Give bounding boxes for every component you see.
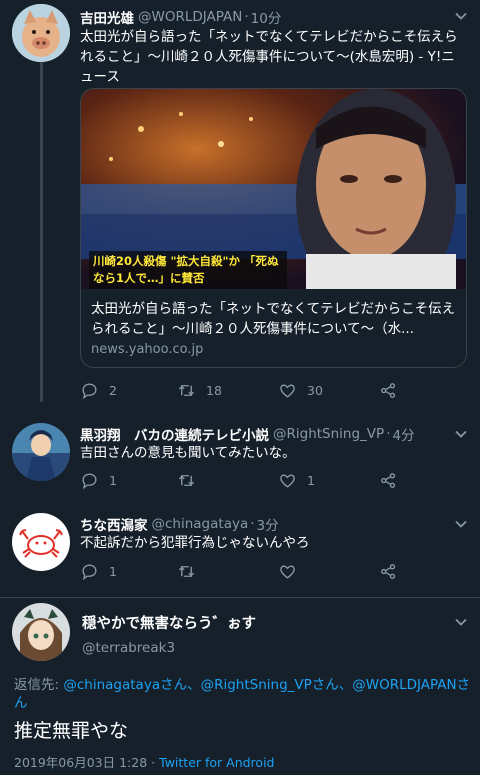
tweet-actions: 1 bbox=[80, 562, 410, 584]
retweet-icon bbox=[178, 565, 195, 578]
card-domain: news.yahoo.co.jp bbox=[91, 342, 204, 357]
card-image-caption: 川崎20人殺傷 "拡大自殺"か 「死ぬなら1人で…」に賛否 bbox=[93, 254, 279, 285]
like-count: 30 bbox=[307, 383, 323, 398]
card-image: 川崎20人殺傷 "拡大自殺"か 「死ぬなら1人で…」に賛否 bbox=[81, 89, 466, 289]
retweet-icon bbox=[178, 474, 195, 487]
replying-label: 返信先: bbox=[14, 677, 60, 693]
tweet-header: 吉田光雄 @WORLDJAPAN · 10分 bbox=[80, 7, 281, 27]
display-name[interactable]: 穏やかで無害ならう゛ぉす bbox=[82, 612, 256, 633]
reply-button[interactable]: 2 bbox=[80, 381, 117, 400]
tweet-worldjapan[interactable]: 吉田光雄 @WORLDJAPAN · 10分 太田光が自ら語った「ネットでなくて… bbox=[0, 0, 480, 405]
heart-icon bbox=[280, 474, 295, 488]
tweet-client-link[interactable]: Twitter for Android bbox=[159, 755, 274, 770]
display-name[interactable]: 吉田光雄 bbox=[80, 7, 134, 27]
like-count: 1 bbox=[307, 473, 315, 488]
share-button[interactable] bbox=[379, 562, 408, 581]
chevron-down-icon[interactable] bbox=[454, 517, 468, 531]
like-button[interactable]: 30 bbox=[278, 381, 323, 400]
chevron-down-icon[interactable] bbox=[454, 9, 468, 23]
retweet-button[interactable]: 18 bbox=[177, 381, 222, 400]
share-button[interactable] bbox=[379, 471, 408, 490]
retweet-button[interactable] bbox=[177, 562, 206, 581]
avatar[interactable] bbox=[12, 4, 70, 62]
avatar[interactable] bbox=[12, 603, 70, 661]
replying-to: 返信先: @chinagatayaさん、@RightSning_VPさん、@WO… bbox=[14, 676, 474, 712]
retweet-icon bbox=[178, 384, 195, 397]
share-icon bbox=[381, 564, 396, 579]
reply-button[interactable]: 1 bbox=[80, 562, 117, 581]
link-card[interactable]: 川崎20人殺傷 "拡大自殺"か 「死ぬなら1人で…」に賛否 太田光が自ら語った「… bbox=[80, 88, 467, 368]
anime-character-avatar-icon bbox=[12, 423, 70, 481]
share-icon bbox=[381, 383, 396, 398]
tweet-metadata: 2019年06月03日 1:28 · Twitter for Android bbox=[14, 752, 274, 771]
main-tweet-text: 推定無罪やな bbox=[14, 720, 129, 742]
separator-dot: · bbox=[244, 9, 249, 25]
replying-mentions[interactable]: @chinagatayaさん、@RightSning_VPさん、@WORLDJA… bbox=[14, 677, 470, 711]
tweet-actions: 2 18 30 bbox=[80, 381, 410, 403]
separator-dot: · bbox=[151, 755, 156, 770]
reply-icon bbox=[82, 564, 97, 581]
avatar[interactable] bbox=[12, 423, 70, 481]
tweet-rightsning[interactable]: 黒羽翔 バカの連続テレビ小説 @RightSning_VP · 4分 吉田さんの… bbox=[0, 405, 480, 505]
reply-button[interactable]: 1 bbox=[80, 471, 117, 490]
avatar[interactable] bbox=[12, 513, 70, 571]
separator-dot: · bbox=[250, 516, 255, 532]
tweet-header: 黒羽翔 バカの連続テレビ小説 @RightSning_VP · 4分 bbox=[80, 424, 415, 444]
user-handle[interactable]: @terrabreak3 bbox=[82, 640, 175, 656]
display-name[interactable]: 黒羽翔 バカの連続テレビ小説 bbox=[80, 424, 269, 444]
share-button[interactable] bbox=[379, 381, 408, 400]
card-title: 太田光が自ら語った「ネットでなくてテレビだからこそ伝えられること」〜川崎２０人死… bbox=[91, 301, 456, 337]
tweet-header: ちな西潟家 @chinagataya · 3分 bbox=[80, 514, 279, 534]
tweet-time[interactable]: 4分 bbox=[392, 424, 414, 444]
tweet-text: 不起訴だから犯罪行為じゃないんやろ bbox=[80, 535, 310, 551]
display-name[interactable]: ちな西潟家 bbox=[80, 514, 148, 534]
reply-icon bbox=[82, 473, 97, 490]
tweet-timestamp: 2019年06月03日 1:28 bbox=[14, 755, 148, 770]
like-button[interactable] bbox=[278, 562, 307, 581]
chevron-down-icon[interactable] bbox=[454, 427, 468, 441]
reply-count: 2 bbox=[109, 383, 117, 398]
retweet-count: 18 bbox=[206, 383, 222, 398]
heart-icon bbox=[280, 565, 295, 579]
user-handle[interactable]: @chinagataya bbox=[152, 516, 249, 532]
reply-count: 1 bbox=[109, 564, 117, 579]
tweet-time[interactable]: 3分 bbox=[257, 514, 279, 534]
reply-count: 1 bbox=[109, 473, 117, 488]
pig-mask-avatar-icon bbox=[12, 4, 70, 62]
user-handle[interactable]: @RightSning_VP bbox=[273, 426, 384, 442]
heart-icon bbox=[280, 384, 295, 398]
tweet-time[interactable]: 10分 bbox=[251, 7, 282, 27]
like-button[interactable]: 1 bbox=[278, 471, 315, 490]
share-icon bbox=[381, 473, 396, 488]
tweet-actions: 1 1 bbox=[80, 471, 410, 493]
crab-avatar-icon bbox=[12, 513, 70, 571]
retweet-button[interactable] bbox=[177, 471, 206, 490]
tweet-chinagataya[interactable]: ちな西潟家 @chinagataya · 3分 不起訴だから犯罪行為じゃないんや… bbox=[0, 505, 480, 600]
user-handle[interactable]: @WORLDJAPAN bbox=[138, 9, 242, 25]
chevron-down-icon[interactable] bbox=[454, 615, 468, 629]
anime-girl-avatar-icon bbox=[12, 603, 70, 661]
separator-dot: · bbox=[386, 426, 391, 442]
reply-icon bbox=[82, 383, 97, 400]
tweet-text: 吉田さんの意見も聞いてみたいな。 bbox=[80, 445, 296, 461]
tweet-text: 太田光が自ら語った「ネットでなくてテレビだからこそ伝えられること」〜川崎２０人死… bbox=[80, 29, 458, 85]
